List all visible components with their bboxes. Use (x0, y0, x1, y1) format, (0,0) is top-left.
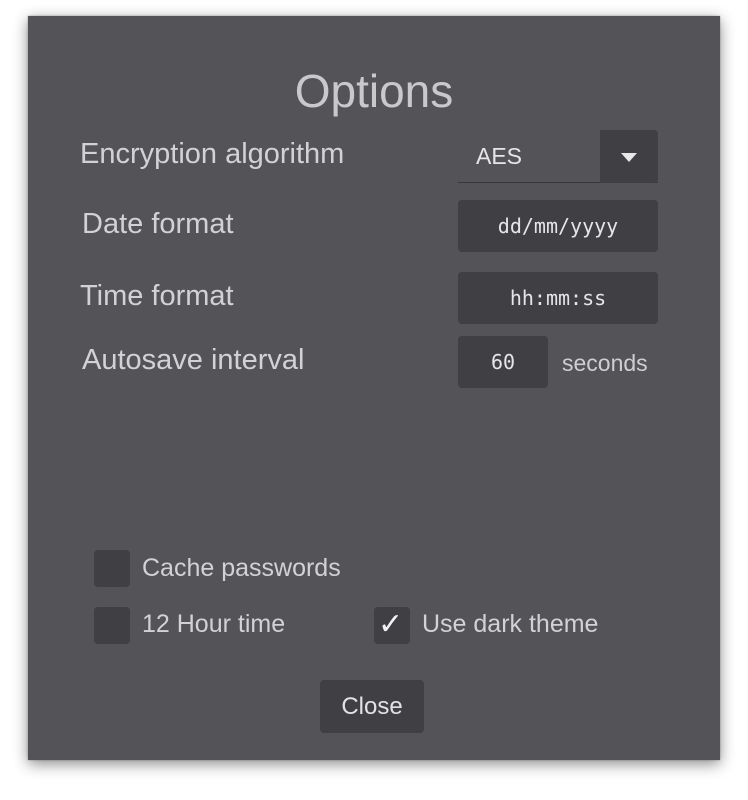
cache-passwords-checkbox[interactable] (94, 550, 130, 587)
hour12-checkbox[interactable] (94, 607, 130, 644)
autosave-interval-label: Autosave interval (82, 344, 305, 376)
hour12-label: 12 Hour time (142, 610, 286, 638)
autosave-unit-label: seconds (562, 350, 648, 376)
time-format-field[interactable]: hh:mm:ss (458, 272, 658, 324)
encryption-algorithm-label: Encryption algorithm (80, 138, 345, 170)
autosave-interval-field[interactable]: 60 (458, 336, 548, 388)
close-button[interactable]: Close (320, 680, 424, 733)
encryption-algorithm-value: AES (476, 143, 523, 169)
date-format-label: Date format (82, 208, 234, 240)
cache-passwords-label: Cache passwords (142, 554, 341, 582)
options-dialog: Options Encryption algorithm AES Date fo… (28, 16, 720, 760)
dark-theme-label: Use dark theme (422, 610, 599, 638)
dialog-title: Options (294, 65, 454, 117)
encryption-algorithm-select[interactable]: AES (458, 130, 658, 183)
chevron-down-icon[interactable] (600, 130, 658, 183)
dark-theme-checkbox[interactable]: ✓ (374, 607, 410, 644)
date-format-field[interactable]: dd/mm/yyyy (458, 200, 658, 252)
time-format-label: Time format (80, 280, 234, 312)
checkmark-icon: ✓ (378, 608, 404, 641)
